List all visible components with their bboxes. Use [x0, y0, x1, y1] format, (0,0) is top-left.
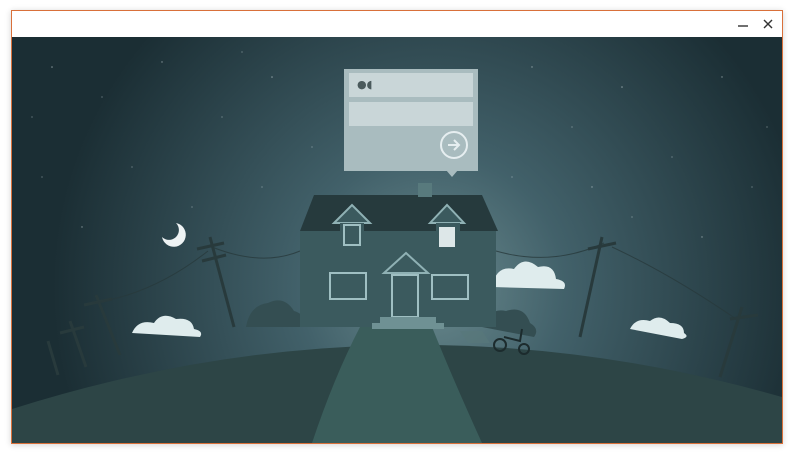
app-window: ●◖ [11, 10, 783, 444]
minimize-icon [738, 25, 748, 27]
night-house-scene: ●◖ [12, 37, 782, 443]
login-panel-pointer [446, 170, 458, 177]
close-button[interactable] [757, 13, 779, 35]
password-field[interactable] [349, 102, 473, 126]
house [300, 183, 498, 329]
login-panel: ●◖ [344, 69, 478, 171]
submit-button[interactable] [440, 131, 468, 159]
title-bar [12, 11, 782, 37]
minimize-button[interactable] [732, 13, 754, 35]
close-icon [763, 19, 773, 29]
username-field[interactable]: ●◖ [349, 73, 473, 97]
arrow-right-circle-icon [448, 139, 461, 151]
